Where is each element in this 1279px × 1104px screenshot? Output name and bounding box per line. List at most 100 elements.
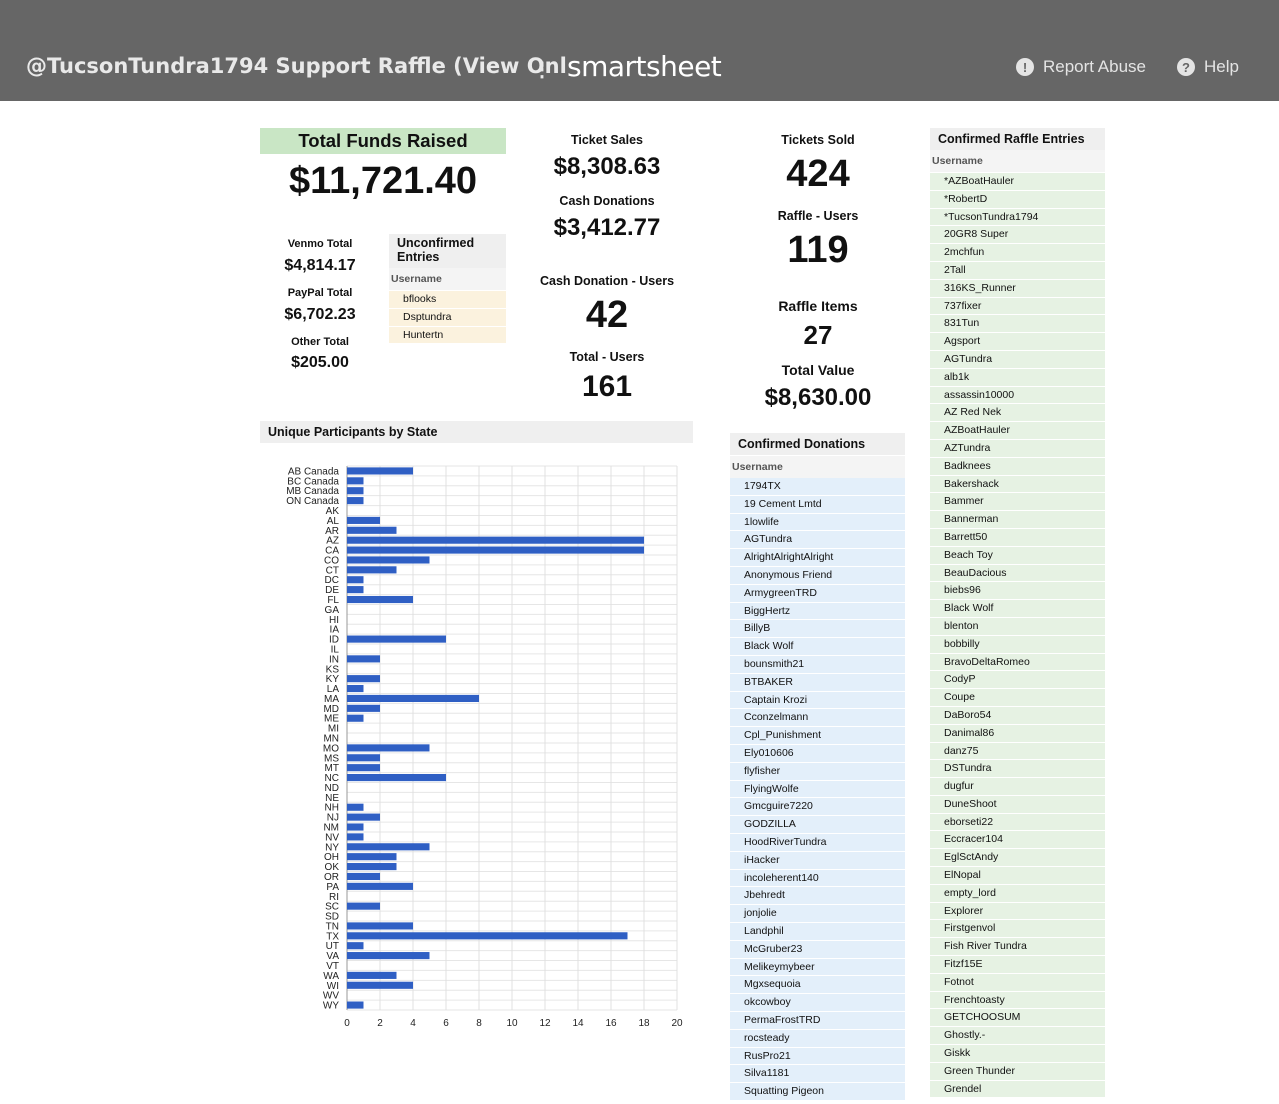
unconfirmed-column-header: Username	[389, 268, 506, 290]
list-item: Mgxsequoia	[730, 976, 905, 995]
smartsheet-logo[interactable]: smartsheet	[567, 50, 722, 83]
unconfirmed-title-line1: Unconfirmed	[397, 236, 475, 250]
raffle-users-label: Raffle - Users	[777, 209, 859, 223]
list-item: rocsteady	[730, 1029, 905, 1048]
list-item: Frenchtoasty	[930, 991, 1105, 1010]
tickets-sold-label: Tickets Sold	[781, 133, 855, 147]
list-item: Jbehredt	[730, 887, 905, 906]
top-bar: @TucsonTundra1794 Support Raffle (View O…	[0, 0, 1279, 101]
list-item: 2Tall	[930, 261, 1105, 280]
list-item: Silva1181	[730, 1065, 905, 1084]
x-tick-label: 0	[344, 1018, 350, 1029]
list-item: Melikeymybeer	[730, 958, 905, 977]
list-item: Ely010606	[730, 744, 905, 763]
total-users-label: Total - Users	[569, 350, 645, 364]
bar	[347, 556, 430, 564]
list-item: *TucsonTundra1794	[930, 208, 1105, 227]
list-item: GODZILLA	[730, 816, 905, 834]
list-item: McGruber23	[730, 940, 905, 959]
bar	[347, 774, 446, 782]
list-item: blenton	[930, 617, 1105, 636]
total-users-value: 161	[581, 370, 633, 403]
list-item: Squatting Pigeon	[730, 1083, 905, 1101]
list-item: Black Wolf	[730, 638, 905, 656]
list-item: jonjolie	[730, 905, 905, 923]
list-item: Danimal86	[930, 724, 1105, 743]
list-item: *AZBoatHauler	[930, 173, 1105, 191]
list-item: BTBAKER	[730, 673, 905, 692]
kebab-menu-icon[interactable]: ⋮	[532, 57, 552, 82]
report-abuse-link[interactable]: ! Report Abuse	[1016, 57, 1146, 77]
x-tick-label: 12	[539, 1018, 551, 1029]
list-item: AlrightAlrightAlright	[730, 549, 905, 567]
participants-by-state-chart: 0 2 4 6 8 10 12 14 16 18 20AB CanadaBC CanadaMB Ca…	[286, 465, 683, 1029]
bar	[347, 566, 397, 574]
list-item: empty_lord	[930, 884, 1105, 903]
bar	[347, 872, 380, 881]
list-item: Bammer	[930, 493, 1105, 512]
bar	[347, 932, 628, 940]
list-item: Landphil	[730, 922, 905, 941]
list-item: 2mchfun	[930, 244, 1105, 262]
bar	[347, 487, 364, 495]
ticket-sales-value: $8,308.63	[553, 153, 661, 180]
other-label: Other Total	[291, 336, 349, 348]
bar	[347, 1001, 364, 1009]
confirmed-donations-list: 1794TX 19 Cement Lmtd 1lowlife AGTundra Alri…	[730, 478, 905, 1104]
confirmed-donations-header: Confirmed Donations	[730, 433, 905, 455]
list-item: RusPro21	[730, 1047, 905, 1066]
bar	[347, 714, 364, 722]
unconfirmed-entries-header: Unconfirmed Entries	[389, 234, 506, 268]
list-item: PermaFrostTRD	[730, 1011, 905, 1030]
list-item: Fitzf15E	[930, 956, 1105, 974]
list-item: 316KS_Runner	[930, 279, 1105, 298]
tickets-sold-value: 424	[786, 153, 850, 195]
x-tick-label: 14	[572, 1018, 584, 1029]
cash-donations-label: Cash Donations	[559, 194, 655, 208]
list-item: dugfur	[930, 778, 1105, 796]
list-item: danz75	[930, 742, 1105, 761]
list-item: bounsmith21	[730, 655, 905, 674]
list-item: CodyP	[930, 671, 1105, 690]
total-value-label: Total Value	[781, 362, 855, 378]
list-item: Black Wolf	[930, 600, 1105, 618]
list-item: AGTundra	[930, 350, 1105, 369]
bar	[347, 853, 397, 861]
list-item: 831Tun	[930, 315, 1105, 334]
x-tick-label: 18	[638, 1018, 650, 1029]
list-item: BiggHertz	[730, 602, 905, 621]
total-funds-value: $11,721.40	[288, 160, 478, 202]
cash-donation-users-label: Cash Donation - Users	[539, 274, 675, 288]
list-item: Cpl_Punishment	[730, 727, 905, 745]
bar	[347, 922, 413, 930]
list-item: okcowboy	[730, 994, 905, 1012]
list-item: FlyingWolfe	[730, 780, 905, 799]
list-item: BeauDacious	[930, 564, 1105, 583]
list-item: biebs96	[930, 582, 1105, 601]
ticket-sales-label: Ticket Sales	[570, 133, 644, 147]
report-abuse-label: Report Abuse	[1043, 57, 1147, 76]
help-label: Help	[1204, 57, 1239, 76]
raffle-users-value: 119	[787, 229, 849, 271]
paypal-label: PayPal Total	[287, 287, 353, 299]
list-item: flyfisher	[730, 762, 905, 781]
list-item: DuneShoot	[930, 795, 1105, 814]
list-item: AZ Red Nek	[930, 404, 1105, 423]
list-item: 19 Cement Lmtd	[730, 495, 905, 514]
bar	[347, 764, 380, 772]
bar	[347, 833, 364, 841]
bar	[347, 497, 364, 505]
list-item: DaBoro54	[930, 706, 1105, 725]
bar	[347, 952, 430, 960]
confirmed-raffle-header: Confirmed Raffle Entries	[930, 128, 1105, 150]
list-item: 737fixer	[930, 297, 1105, 316]
list-item: assassin10000	[930, 386, 1105, 405]
venmo-label: Venmo Total	[287, 238, 353, 250]
help-link[interactable]: ? Help	[1177, 57, 1239, 77]
list-item: alb1k	[930, 368, 1105, 387]
bar	[347, 635, 446, 643]
list-item: bflooks	[389, 291, 506, 309]
list-item: AGTundra	[730, 531, 905, 550]
raffle-items-value: 27	[803, 320, 833, 350]
list-item: DSTundra	[930, 760, 1105, 779]
